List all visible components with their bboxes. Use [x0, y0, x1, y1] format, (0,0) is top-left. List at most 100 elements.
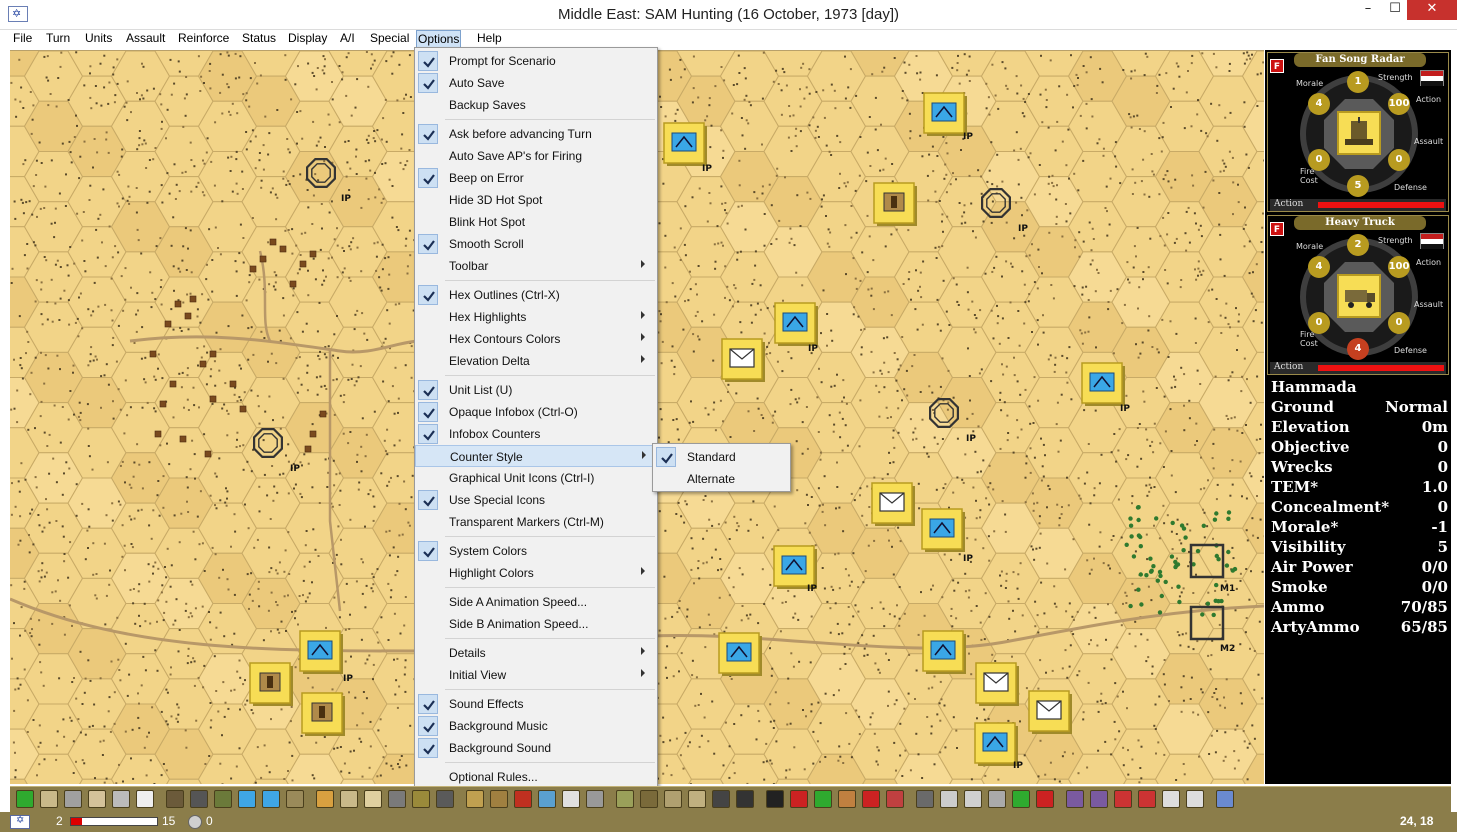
toolbar-button-icon[interactable] — [766, 790, 784, 808]
toolbar-button-icon[interactable] — [490, 790, 508, 808]
menu-item-backup-saves[interactable]: Backup Saves — [415, 94, 657, 116]
toolbar-button-icon[interactable] — [1114, 790, 1132, 808]
toolbar-button-icon[interactable] — [88, 790, 106, 808]
toolbar-button-icon[interactable] — [886, 790, 904, 808]
unit-card[interactable]: Heavy Truck F 2 4 100 0 0 4 Morale Strength Action… — [1267, 215, 1449, 375]
menu-item-side-a-animation-speed[interactable]: Side A Animation Speed... — [415, 591, 657, 613]
menu-item-system-colors[interactable]: System Colors — [415, 540, 657, 562]
toolbar-button-icon[interactable] — [214, 790, 232, 808]
unit-counter[interactable] — [1028, 690, 1072, 734]
toolbar-button-icon[interactable] — [262, 790, 280, 808]
unit-counter[interactable] — [299, 630, 343, 674]
menu-item-hex-contours-colors[interactable]: Hex Contours Colors — [415, 328, 657, 350]
menu-item-beep-on-error[interactable]: Beep on Error — [415, 167, 657, 189]
menu-item-transparent-markers-ctrl-m[interactable]: Transparent Markers (Ctrl-M) — [415, 511, 657, 533]
toolbar-button-icon[interactable] — [1066, 790, 1084, 808]
toolbar-button-icon[interactable] — [1186, 790, 1204, 808]
unit-counter[interactable] — [301, 692, 345, 736]
menu-item-highlight-colors[interactable]: Highlight Colors — [415, 562, 657, 584]
toolbar-button-icon[interactable] — [166, 790, 184, 808]
unit-counter[interactable] — [721, 338, 765, 382]
menu-item-sound-effects[interactable]: Sound Effects — [415, 693, 657, 715]
toolbar-button-icon[interactable] — [16, 790, 34, 808]
toolbar-button-icon[interactable] — [688, 790, 706, 808]
toolbar-button-icon[interactable] — [436, 790, 454, 808]
menu-help[interactable]: Help — [476, 30, 503, 48]
toolbar-button-icon[interactable] — [136, 790, 154, 808]
toolbar-button-icon[interactable] — [316, 790, 334, 808]
menu-options[interactable]: Options — [416, 30, 462, 48]
toolbar-button-icon[interactable] — [514, 790, 532, 808]
menu-item-auto-save[interactable]: Auto Save — [415, 72, 657, 94]
unit-counter[interactable] — [773, 545, 817, 589]
menu-status[interactable]: Status — [241, 30, 277, 48]
menu-item-side-b-animation-speed[interactable]: Side B Animation Speed... — [415, 613, 657, 635]
unit-counter[interactable] — [921, 508, 965, 552]
submenu-item-alternate[interactable]: Alternate — [653, 468, 790, 490]
toolbar-button-icon[interactable] — [364, 790, 382, 808]
toolbar-button-icon[interactable] — [466, 790, 484, 808]
menu-item-graphical-unit-icons-ctrl-i[interactable]: Graphical Unit Icons (Ctrl-I) — [415, 467, 657, 489]
menu-item-blink-hot-spot[interactable]: Blink Hot Spot — [415, 211, 657, 233]
menu-item-ask-before-advancing-turn[interactable]: Ask before advancing Turn — [415, 123, 657, 145]
toolbar-button-icon[interactable] — [64, 790, 82, 808]
toolbar-button-icon[interactable] — [190, 790, 208, 808]
menu-ai[interactable]: A/I — [339, 30, 356, 48]
toolbar-button-icon[interactable] — [736, 790, 754, 808]
toolbar-button-icon[interactable] — [1012, 790, 1030, 808]
toolbar-button-icon[interactable] — [412, 790, 430, 808]
toolbar-button-icon[interactable] — [790, 790, 808, 808]
toolbar-button-icon[interactable] — [1216, 790, 1234, 808]
toolbar-button-icon[interactable] — [916, 790, 934, 808]
menu-item-use-special-icons[interactable]: Use Special Icons — [415, 489, 657, 511]
menu-item-initial-view[interactable]: Initial View — [415, 664, 657, 686]
menu-display[interactable]: Display — [287, 30, 328, 48]
menu-item-prompt-for-scenario[interactable]: Prompt for Scenario — [415, 50, 657, 72]
menu-item-counter-style[interactable]: Counter Style — [415, 445, 657, 467]
toolbar-button-icon[interactable] — [586, 790, 604, 808]
close-button[interactable]: ✕ — [1407, 0, 1457, 20]
toolbar-button-icon[interactable] — [862, 790, 880, 808]
menu-item-smooth-scroll[interactable]: Smooth Scroll — [415, 233, 657, 255]
toolbar-button-icon[interactable] — [640, 790, 658, 808]
menu-item-infobox-counters[interactable]: Infobox Counters — [415, 423, 657, 445]
menu-turn[interactable]: Turn — [45, 30, 71, 48]
toolbar-button-icon[interactable] — [562, 790, 580, 808]
menu-item-details[interactable]: Details — [415, 642, 657, 664]
menu-assault[interactable]: Assault — [125, 30, 166, 48]
menu-item-hex-outlines-ctrl-x[interactable]: Hex Outlines (Ctrl-X) — [415, 284, 657, 306]
toolbar-button-icon[interactable] — [340, 790, 358, 808]
toolbar-button-icon[interactable] — [1090, 790, 1108, 808]
unit-counter[interactable] — [774, 302, 818, 346]
unit-counter[interactable] — [718, 632, 762, 676]
unit-card[interactable]: Fan Song Radar F 1 4 100 0 0 5 Morale Strength Act… — [1267, 52, 1449, 212]
menu-reinforce[interactable]: Reinforce — [177, 30, 230, 48]
menu-item-opaque-infobox-ctrl-o[interactable]: Opaque Infobox (Ctrl-O) — [415, 401, 657, 423]
unit-counter[interactable] — [974, 722, 1018, 766]
toolbar-button-icon[interactable] — [286, 790, 304, 808]
toolbar-button-icon[interactable] — [814, 790, 832, 808]
unit-counter[interactable] — [1081, 362, 1125, 406]
menu-item-background-music[interactable]: Background Music — [415, 715, 657, 737]
toolbar-button-icon[interactable] — [1036, 790, 1054, 808]
toolbar-button-icon[interactable] — [988, 790, 1006, 808]
unit-counter[interactable] — [975, 662, 1019, 706]
menu-item-toolbar[interactable]: Toolbar — [415, 255, 657, 277]
toolbar-button-icon[interactable] — [1162, 790, 1180, 808]
toolbar-button-icon[interactable] — [838, 790, 856, 808]
unit-counter[interactable] — [871, 482, 915, 526]
unit-counter[interactable] — [249, 662, 293, 706]
unit-counter[interactable] — [663, 122, 707, 166]
toolbar-button-icon[interactable] — [664, 790, 682, 808]
toolbar-button-icon[interactable] — [964, 790, 982, 808]
menu-item-hide-3d-hot-spot[interactable]: Hide 3D Hot Spot — [415, 189, 657, 211]
unit-counter[interactable] — [923, 92, 967, 136]
unit-counter[interactable] — [922, 630, 966, 674]
menu-file[interactable]: File — [12, 30, 33, 48]
toolbar-button-icon[interactable] — [388, 790, 406, 808]
menu-units[interactable]: Units — [84, 30, 113, 48]
toolbar-button-icon[interactable] — [940, 790, 958, 808]
submenu-item-standard[interactable]: Standard — [653, 446, 790, 468]
toolbar-button-icon[interactable] — [238, 790, 256, 808]
menu-item-elevation-delta[interactable]: Elevation Delta — [415, 350, 657, 372]
